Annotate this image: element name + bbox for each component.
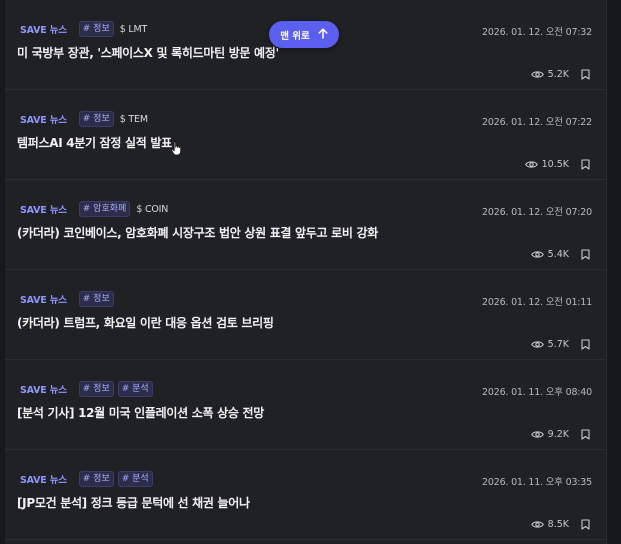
news-title[interactable]: [분석 기사] 12월 미국 인플레이션 소폭 상승 전망: [17, 404, 264, 421]
hand-pointer-icon: [171, 141, 182, 160]
bookmark-icon[interactable]: [581, 339, 590, 350]
news-title[interactable]: 템퍼스AI 4분기 잠정 실적 발표: [17, 134, 172, 151]
source-badge[interactable]: SAVE 뉴스: [17, 380, 70, 398]
eye-icon: [530, 70, 544, 79]
news-meta: SAVE 뉴스 # 암호화폐 $ COIN: [17, 201, 170, 217]
news-item[interactable]: SAVE 뉴스 # 정보 2026. 01. 12. 오전 01:11 (카더라…: [5, 270, 606, 360]
eye-icon: [530, 520, 544, 529]
news-title[interactable]: (카더라) 코인베이스, 암호화폐 시장구조 법안 상원 표결 앞두고 로비 강…: [17, 224, 378, 241]
scroll-to-top-label: 맨 위로: [280, 30, 310, 42]
bookmark-icon[interactable]: [581, 69, 590, 80]
eye-icon: [524, 160, 538, 169]
eye-icon: [530, 250, 544, 259]
bookmark-icon[interactable]: [581, 429, 590, 440]
news-date: 2026. 01. 12. 오전 07:20: [482, 207, 592, 218]
bookmark-icon[interactable]: [581, 159, 590, 170]
source-badge[interactable]: SAVE 뉴스: [17, 110, 70, 128]
news-meta: SAVE 뉴스 # 정보 # 분석: [17, 381, 153, 397]
eye-icon: [530, 340, 544, 349]
ticker-label[interactable]: $ TEM: [118, 113, 150, 126]
news-meta: SAVE 뉴스 # 정보 # 분석: [17, 471, 153, 487]
news-item[interactable]: SAVE 뉴스 # 정보 $ TEM 2026. 01. 12. 오전 07:2…: [5, 90, 606, 180]
source-badge[interactable]: SAVE 뉴스: [17, 470, 70, 488]
ticker-label[interactable]: $ LMT: [118, 23, 149, 36]
news-title[interactable]: 미 국방부 장관, '스페이스X 및 록히드마틴 방문 예정': [17, 44, 279, 61]
news-date: 2026. 01. 12. 오전 01:11: [482, 297, 592, 308]
source-badge[interactable]: SAVE 뉴스: [17, 200, 70, 218]
arrow-up-icon: [318, 27, 328, 42]
news-meta: SAVE 뉴스 # 정보 $ TEM: [17, 111, 150, 127]
view-count: 10.5K: [541, 159, 569, 170]
bookmark-icon[interactable]: [581, 249, 590, 260]
news-stats: 9.2K: [530, 429, 590, 440]
news-stats: 10.5K: [524, 159, 590, 170]
view-count: 5.7K: [547, 339, 569, 350]
news-title[interactable]: [JP모건 분석] 정크 등급 문턱에 선 채권 늘어나: [17, 494, 250, 511]
eye-icon: [530, 430, 544, 439]
news-meta: SAVE 뉴스 # 정보: [17, 291, 114, 307]
news-date: 2026. 01. 12. 오전 07:22: [482, 117, 592, 128]
news-date: 2026. 01. 11. 오후 03:35: [482, 477, 592, 488]
news-stats: 5.4K: [530, 249, 590, 260]
scroll-to-top-button[interactable]: 맨 위로: [269, 21, 339, 48]
news-item[interactable]: SAVE 뉴스 # 정보 # 분석 2026. 01. 11. 오후 08:40…: [5, 360, 606, 450]
view-count: 8.5K: [547, 519, 569, 530]
news-title[interactable]: (카더라) 트럼프, 화요일 이란 대응 옵션 검토 브리핑: [17, 314, 274, 331]
bookmark-icon[interactable]: [581, 519, 590, 530]
news-feed: SAVE 뉴스 # 정보 $ LMT 2026. 01. 12. 오전 07:3…: [5, 0, 607, 544]
tag-chip[interactable]: # 암호화폐: [78, 201, 131, 217]
source-badge[interactable]: SAVE 뉴스: [17, 290, 70, 308]
news-meta: SAVE 뉴스 # 정보 $ LMT: [17, 21, 149, 37]
view-count: 9.2K: [547, 429, 569, 440]
tag-chip[interactable]: # 정보: [78, 291, 114, 307]
tag-chip[interactable]: # 정보: [78, 471, 114, 487]
news-date: 2026. 01. 12. 오전 07:32: [482, 27, 592, 38]
view-count: 5.4K: [547, 249, 569, 260]
tag-chip[interactable]: # 분석: [117, 381, 153, 397]
news-item[interactable]: SAVE 뉴스 # 암호화폐 $ COIN 2026. 01. 12. 오전 0…: [5, 180, 606, 270]
news-date: 2026. 01. 11. 오후 08:40: [482, 387, 592, 398]
news-item[interactable]: SAVE 뉴스 # 정보 # 분석 2026. 01. 11. 오후 03:35…: [5, 450, 606, 540]
tag-chip[interactable]: # 분석: [117, 471, 153, 487]
news-stats: 8.5K: [530, 519, 590, 530]
view-count: 5.2K: [547, 69, 569, 80]
ticker-label[interactable]: $ COIN: [134, 203, 170, 216]
tag-chip[interactable]: # 정보: [78, 381, 114, 397]
source-badge[interactable]: SAVE 뉴스: [17, 20, 70, 38]
news-stats: 5.7K: [530, 339, 590, 350]
tag-chip[interactable]: # 정보: [78, 111, 114, 127]
news-stats: 5.2K: [530, 69, 590, 80]
tag-chip[interactable]: # 정보: [78, 21, 114, 37]
